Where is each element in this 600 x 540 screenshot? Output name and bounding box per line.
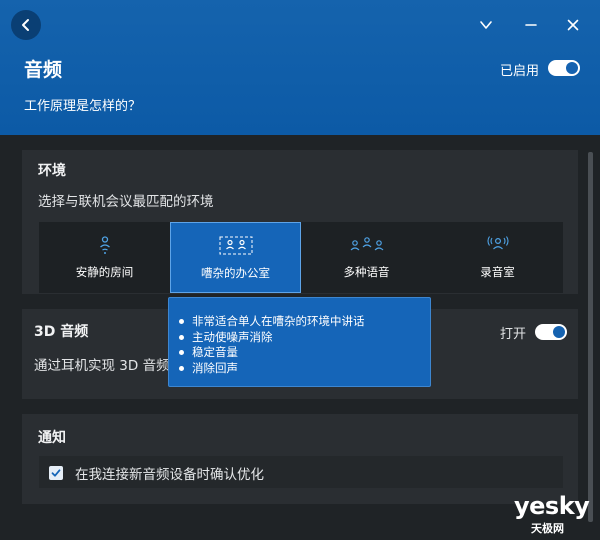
tooltip-item: 消除回声 — [179, 361, 430, 377]
env-option-multiple-voices[interactable]: 多种语音 — [301, 222, 432, 293]
watermark-logo: yesky 天极网 — [514, 492, 594, 536]
multiple-voices-icon — [350, 237, 383, 251]
environment-subtitle: 选择与联机会议最匹配的环境 — [38, 194, 214, 210]
audio-3d-subtitle: 通过耳机实现 3D 音频 — [34, 358, 170, 374]
close-icon — [567, 19, 579, 31]
scrollbar-thumb[interactable] — [588, 152, 593, 522]
chevron-left-icon — [22, 19, 29, 31]
tooltip-item: 非常适合单人在嘈杂的环境中讲话 — [179, 314, 430, 330]
audio-3d-toggle[interactable] — [535, 324, 567, 340]
minimize-icon — [525, 24, 537, 26]
page-title: 音频 — [24, 59, 63, 81]
tooltip-item: 主动使噪声消除 — [179, 330, 430, 346]
collapse-button[interactable] — [475, 14, 497, 36]
confirm-optimization-row[interactable]: 在我连接新音频设备时确认优化 — [39, 456, 563, 488]
header-bar: 音频 工作原理是怎样的？ 已启用 — [0, 0, 600, 135]
studio-icon — [486, 236, 509, 250]
audio-3d-title: 3D 音频 — [34, 324, 89, 340]
close-button[interactable] — [562, 14, 584, 36]
watermark-sub: 天极网 — [531, 522, 564, 535]
env-option-label: 录音室 — [480, 265, 515, 279]
toggle-knob — [553, 326, 565, 338]
noisy-office-icon — [219, 236, 252, 255]
env-option-quiet-room[interactable]: 安静的房间 — [39, 222, 170, 293]
tooltip-item: 稳定音量 — [179, 345, 430, 361]
quiet-room-icon — [99, 236, 110, 254]
environment-title: 环境 — [38, 163, 66, 179]
chevron-down-icon — [480, 21, 492, 29]
env-option-label: 安静的房间 — [75, 265, 134, 279]
environment-tooltip: 非常适合单人在嘈杂的环境中讲话 主动使噪声消除 稳定音量 消除回声 — [168, 297, 431, 387]
audio-enabled-toggle[interactable] — [548, 60, 580, 76]
checkmark-icon — [51, 469, 61, 477]
env-option-label: 嘈杂的办公室 — [201, 266, 270, 280]
notification-title: 通知 — [38, 430, 66, 446]
toggle-knob — [566, 62, 578, 74]
confirm-optimization-checkbox[interactable] — [49, 466, 63, 480]
env-option-label: 多种语音 — [343, 265, 390, 279]
env-option-studio[interactable]: 录音室 — [432, 222, 563, 293]
environment-options: 安静的房间 嘈杂的办公室 多种语音 录音室 — [39, 222, 563, 293]
confirm-optimization-label: 在我连接新音频设备时确认优化 — [75, 467, 264, 483]
env-option-noisy-office[interactable]: 嘈杂的办公室 — [170, 222, 301, 293]
audio-3d-toggle-label: 打开 — [500, 327, 527, 342]
minimize-button[interactable] — [520, 14, 542, 36]
watermark-main: yesky — [514, 492, 590, 520]
enabled-label: 已启用 — [500, 64, 540, 79]
back-button[interactable] — [11, 10, 41, 40]
how-it-works-link[interactable]: 工作原理是怎样的？ — [24, 95, 141, 114]
